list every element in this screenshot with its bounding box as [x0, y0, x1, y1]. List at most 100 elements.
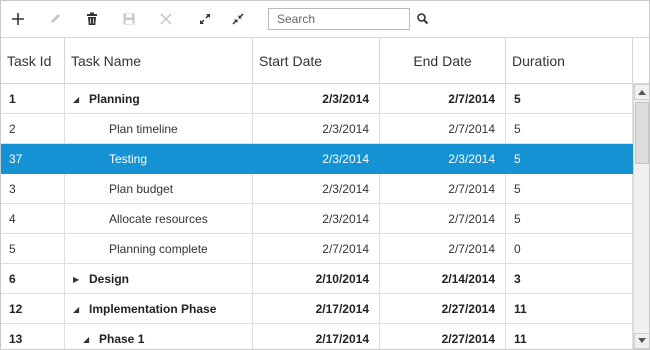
expand-arrow-icon[interactable]: ▶ [73, 275, 83, 284]
vertical-scrollbar[interactable] [633, 84, 649, 349]
save-button[interactable] [118, 8, 140, 30]
cell-id[interactable]: 5 [1, 234, 65, 264]
cell-name[interactable]: ◢ Phase 1 [65, 324, 253, 349]
cell-end[interactable]: 2/7/2014 [380, 204, 506, 234]
cell-start[interactable]: 2/3/2014 [253, 174, 380, 204]
toolbar [1, 1, 649, 38]
collapse-arrow-icon[interactable]: ◢ [83, 335, 93, 344]
table-row[interactable]: 37 Testing 2/3/2014 2/3/2014 5 [1, 144, 633, 174]
table-row[interactable]: 4 Allocate resources 2/3/2014 2/7/2014 5 [1, 204, 633, 234]
plus-icon [12, 13, 24, 25]
cell-duration[interactable]: 5 [506, 84, 633, 114]
cell-end[interactable]: 2/7/2014 [380, 234, 506, 264]
cell-id[interactable]: 37 [1, 144, 65, 174]
cell-end[interactable]: 2/27/2014 [380, 294, 506, 324]
cell-id[interactable]: 2 [1, 114, 65, 144]
table-row[interactable]: 2 Plan timeline 2/3/2014 2/7/2014 5 [1, 114, 633, 144]
cell-end[interactable]: 2/14/2014 [380, 264, 506, 294]
search-button[interactable] [415, 11, 431, 27]
cell-start[interactable]: 2/3/2014 [253, 204, 380, 234]
cell-duration[interactable]: 5 [506, 144, 633, 174]
table-row[interactable]: 13 ◢ Phase 1 2/17/2014 2/27/2014 11 [1, 324, 633, 349]
cell-start[interactable]: 2/10/2014 [253, 264, 380, 294]
chevron-down-icon [638, 338, 646, 343]
header-task-name[interactable]: Task Name [65, 38, 253, 84]
table-row[interactable]: 6 ▶ Design 2/10/2014 2/14/2014 3 [1, 264, 633, 294]
cell-start[interactable]: 2/17/2014 [253, 294, 380, 324]
collapse-icon [232, 13, 244, 25]
cell-text: 5 [9, 242, 16, 256]
scroll-up-button[interactable] [634, 84, 649, 100]
cell-id[interactable]: 1 [1, 84, 65, 114]
header-duration[interactable]: Duration [506, 38, 633, 84]
cell-name[interactable]: Planning complete [65, 234, 253, 264]
table-row[interactable]: 3 Plan budget 2/3/2014 2/7/2014 5 [1, 174, 633, 204]
edit-button[interactable] [44, 8, 66, 30]
scroll-down-button[interactable] [634, 333, 649, 349]
cell-name[interactable]: Allocate resources [65, 204, 253, 234]
cell-text: Plan timeline [109, 122, 178, 136]
collapse-all-button[interactable] [227, 8, 249, 30]
table-row[interactable]: 5 Planning complete 2/7/2014 2/7/2014 0 [1, 234, 633, 264]
cell-end[interactable]: 2/3/2014 [380, 144, 506, 174]
cell-end[interactable]: 2/7/2014 [380, 84, 506, 114]
table-row[interactable]: 1 ◢ Planning 2/3/2014 2/7/2014 5 [1, 84, 633, 114]
cell-text: 2/3/2014 [322, 182, 369, 196]
cell-text: 2/10/2014 [315, 272, 369, 286]
cell-duration[interactable]: 5 [506, 174, 633, 204]
column-header-row: Task Id Task Name Start Date End Date Du… [1, 38, 649, 84]
cell-id[interactable]: 13 [1, 324, 65, 349]
cell-end[interactable]: 2/27/2014 [380, 324, 506, 349]
cell-id[interactable]: 3 [1, 174, 65, 204]
scroll-thumb[interactable] [635, 102, 649, 164]
cell-text: 2/7/2014 [448, 242, 495, 256]
cell-name[interactable]: Testing [65, 144, 253, 174]
cell-end[interactable]: 2/7/2014 [380, 114, 506, 144]
table-row[interactable]: 12 ◢ Implementation Phase 2/17/2014 2/27/201… [1, 294, 633, 324]
cell-start[interactable]: 2/3/2014 [253, 84, 380, 114]
cell-duration[interactable]: 3 [506, 264, 633, 294]
cell-text: 2 [9, 122, 16, 136]
header-start-date[interactable]: Start Date [253, 38, 380, 84]
cell-text: Planning complete [109, 242, 208, 256]
cell-id[interactable]: 12 [1, 294, 65, 324]
cell-duration[interactable]: 5 [506, 204, 633, 234]
close-icon [160, 13, 172, 25]
cell-start[interactable]: 2/17/2014 [253, 324, 380, 349]
add-button[interactable] [7, 8, 29, 30]
cell-id[interactable]: 6 [1, 264, 65, 294]
expand-all-button[interactable] [194, 8, 216, 30]
cell-text: Phase 1 [99, 332, 145, 346]
header-end-date[interactable]: End Date [380, 38, 506, 84]
cell-start[interactable]: 2/3/2014 [253, 144, 380, 174]
cell-text: 2/3/2014 [322, 212, 369, 226]
cell-start[interactable]: 2/3/2014 [253, 114, 380, 144]
header-end-date-label: End Date [413, 53, 472, 69]
delete-button[interactable] [81, 8, 103, 30]
cell-text: 2/27/2014 [441, 332, 495, 346]
cell-name[interactable]: ▶ Design [65, 264, 253, 294]
cell-duration[interactable]: 0 [506, 234, 633, 264]
cell-name[interactable]: Plan budget [65, 174, 253, 204]
collapse-arrow-icon[interactable]: ◢ [73, 95, 83, 104]
collapse-arrow-icon[interactable]: ◢ [73, 305, 83, 314]
chevron-up-icon [638, 90, 646, 95]
cell-name[interactable]: Plan timeline [65, 114, 253, 144]
cell-name[interactable]: ◢ Planning [65, 84, 253, 114]
cell-text: 5 [514, 122, 521, 136]
search-input[interactable] [268, 8, 410, 30]
cancel-button[interactable] [155, 8, 177, 30]
header-task-id[interactable]: Task Id [1, 38, 65, 84]
cell-duration[interactable]: 11 [506, 324, 633, 349]
cell-text: 2/3/2014 [448, 152, 495, 166]
header-start-date-label: Start Date [259, 53, 323, 69]
cell-text: 2/7/2014 [448, 122, 495, 136]
cell-text: 2/3/2014 [322, 152, 369, 166]
cell-name[interactable]: ◢ Implementation Phase [65, 294, 253, 324]
cell-end[interactable]: 2/7/2014 [380, 174, 506, 204]
cell-id[interactable]: 4 [1, 204, 65, 234]
cell-text: Implementation Phase [89, 302, 217, 316]
cell-duration[interactable]: 11 [506, 294, 633, 324]
cell-duration[interactable]: 5 [506, 114, 633, 144]
cell-start[interactable]: 2/7/2014 [253, 234, 380, 264]
